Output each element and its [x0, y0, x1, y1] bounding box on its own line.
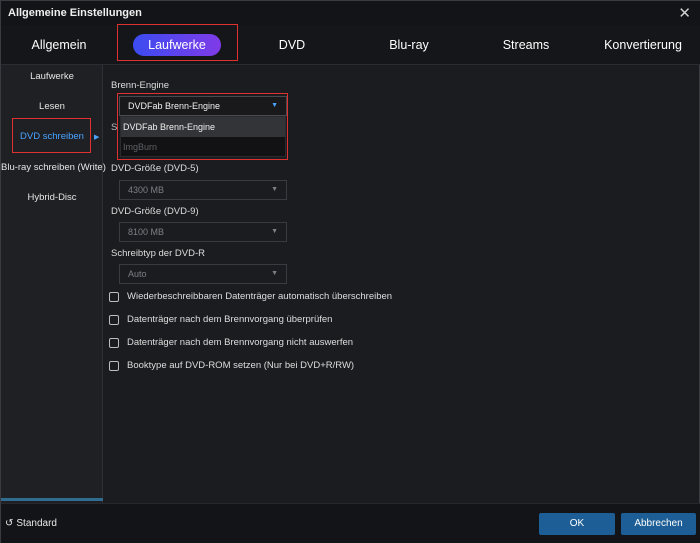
- chevron-down-icon: ▼: [271, 186, 278, 193]
- sidebar-item-bluray-schreiben[interactable]: Blu-ray schreiben (Write): [1, 162, 106, 173]
- tab-label: Konvertierung: [604, 38, 682, 52]
- checkbox-label: Booktype auf DVD-ROM setzen (Nur bei DVD…: [127, 360, 355, 371]
- tab-laufwerke[interactable]: Laufwerke: [117, 25, 237, 65]
- sidebar-item-dvd-schreiben[interactable]: DVD schreiben: [1, 131, 103, 142]
- dvd5-size-select[interactable]: 4300 MB ▼: [119, 180, 287, 200]
- obscured-label-fragment: S: [111, 122, 118, 133]
- tab-bar: Allgemein Laufwerke DVD Blu-ray Streams …: [1, 25, 700, 65]
- tab-streams[interactable]: Streams: [467, 25, 585, 65]
- select-value: 8100 MB: [128, 227, 165, 237]
- window-title: Allgemeine Einstellungen: [8, 7, 142, 19]
- checkbox-label: Datenträger nach dem Brennvorgang nicht …: [127, 337, 354, 348]
- sidebar-scroll-indicator: [1, 498, 103, 501]
- standard-button[interactable]: ↺ Standard: [5, 518, 57, 529]
- checkbox[interactable]: [109, 315, 119, 325]
- sidebar-item-lesen[interactable]: Lesen: [1, 101, 103, 112]
- tab-label: Laufwerke: [133, 34, 221, 56]
- write-type-label: Schreibtyp der DVD-R: [111, 248, 205, 259]
- chevron-down-icon: ▼: [271, 228, 278, 235]
- standard-label: Standard: [16, 518, 57, 529]
- dvd9-size-label: DVD-Größe (DVD-9): [111, 206, 199, 217]
- reset-icon: ↺: [5, 518, 14, 529]
- dvd5-size-label: DVD-Größe (DVD-5): [111, 163, 199, 174]
- tab-label: Streams: [502, 38, 550, 52]
- footer-bar: ↺ Standard OK Abbrechen: [1, 503, 700, 543]
- sidebar-item-hybrid-disc[interactable]: Hybrid-Disc: [1, 192, 103, 203]
- chevron-down-icon: ▼: [271, 270, 278, 277]
- select-value: 4300 MB: [128, 185, 165, 195]
- tab-allgemein[interactable]: Allgemein: [1, 25, 117, 65]
- cancel-button[interactable]: Abbrechen: [621, 513, 696, 535]
- checkbox[interactable]: [109, 292, 119, 302]
- tab-konvertierung[interactable]: Konvertierung: [585, 25, 700, 65]
- burn-engine-select[interactable]: DVDFab Brenn-Engine ▼: [119, 96, 287, 116]
- burn-engine-dropdown-list: DVDFab Brenn-Engine ImgBurn: [120, 116, 286, 157]
- dvd9-size-select[interactable]: 8100 MB ▼: [119, 222, 287, 242]
- write-type-select[interactable]: Auto ▼: [119, 264, 287, 284]
- checkbox-label: Wiederbeschreibbaren Datenträger automat…: [127, 291, 393, 302]
- dropdown-option-dvdfab[interactable]: DVDFab Brenn-Engine: [121, 117, 285, 137]
- sidebar-item-laufwerke[interactable]: Laufwerke: [1, 71, 103, 82]
- chevron-down-icon: ▼: [271, 102, 278, 109]
- tab-dvd[interactable]: DVD: [237, 25, 347, 65]
- checkbox[interactable]: [109, 361, 119, 371]
- checkbox[interactable]: [109, 338, 119, 348]
- tab-bluray[interactable]: Blu-ray: [351, 25, 467, 65]
- close-icon[interactable]: ✕: [678, 4, 691, 22]
- tab-label: Blu-ray: [389, 38, 429, 52]
- tab-label: Allgemein: [31, 38, 87, 52]
- ok-button[interactable]: OK: [539, 513, 615, 535]
- dropdown-option-imgburn[interactable]: ImgBurn: [121, 137, 285, 157]
- burn-engine-label: Brenn-Engine: [111, 80, 170, 91]
- checkbox-label: Datenträger nach dem Brennvorgang überpr…: [127, 314, 333, 325]
- select-value: Auto: [128, 269, 147, 279]
- settings-window: Allgemeine Einstellungen ✕ Allgemein Lau…: [0, 0, 700, 543]
- select-value: DVDFab Brenn-Engine: [128, 101, 221, 111]
- tab-label: DVD: [278, 38, 306, 52]
- title-bar: Allgemeine Einstellungen ✕: [1, 1, 700, 25]
- chevron-right-icon: ▶: [94, 134, 100, 141]
